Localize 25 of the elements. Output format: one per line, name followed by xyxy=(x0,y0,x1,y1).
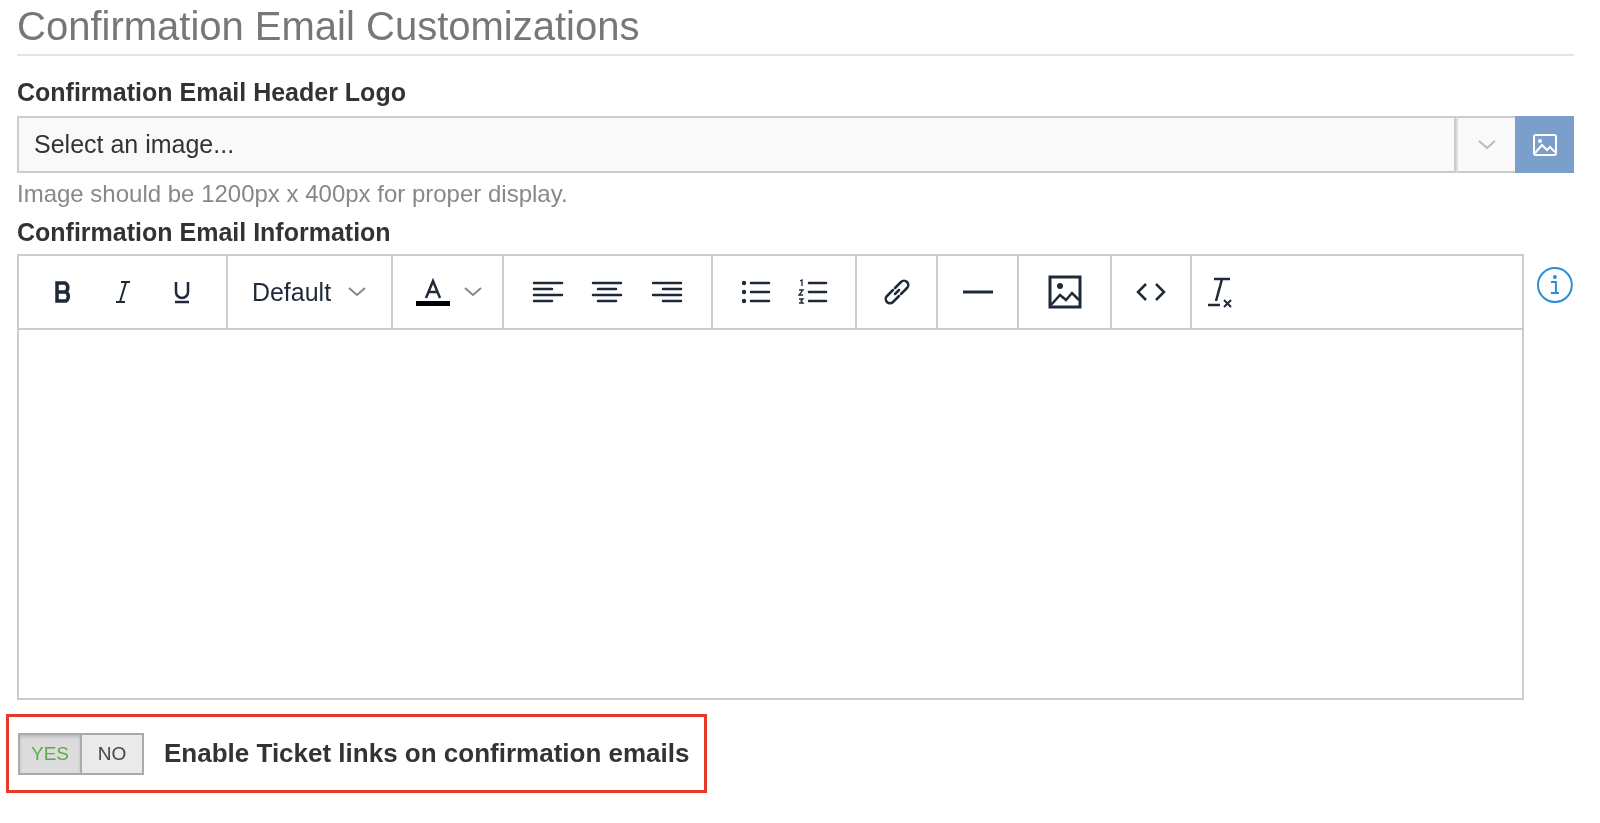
yes-no-toggle[interactable]: YES NO xyxy=(18,732,144,775)
toggle-label: Enable Ticket links on confirmation emails xyxy=(164,738,690,769)
align-right-icon xyxy=(651,280,684,304)
help-text: Image should be 1200px x 400px for proper display. xyxy=(17,180,569,208)
code-icon xyxy=(1136,282,1166,302)
bullet-list-icon xyxy=(740,280,771,304)
info-icon[interactable] xyxy=(1536,266,1574,304)
chevron-down-icon[interactable] xyxy=(463,286,484,298)
numbered-list-icon xyxy=(797,279,828,305)
text-color-icon xyxy=(415,278,450,306)
image-icon xyxy=(1531,132,1558,157)
horizontal-line-icon xyxy=(961,289,994,295)
chevron-down-icon xyxy=(1476,138,1497,151)
toggle-option[interactable]: NO xyxy=(80,734,142,773)
align-center-icon xyxy=(591,280,624,304)
field-label: Confirmation Email Information xyxy=(17,218,392,246)
image-button[interactable] xyxy=(1515,116,1574,173)
field-label: Confirmation Email Header Logo xyxy=(17,78,407,106)
italic-icon xyxy=(114,279,133,305)
image-select-field[interactable]: Select an image... xyxy=(17,116,1456,173)
font-dropdown[interactable]: Default xyxy=(245,276,374,308)
image-icon xyxy=(1047,275,1082,309)
align-left-icon xyxy=(531,280,564,304)
section-title: Confirmation Email Customizations xyxy=(17,0,1574,56)
chevron-down-icon xyxy=(347,286,368,298)
